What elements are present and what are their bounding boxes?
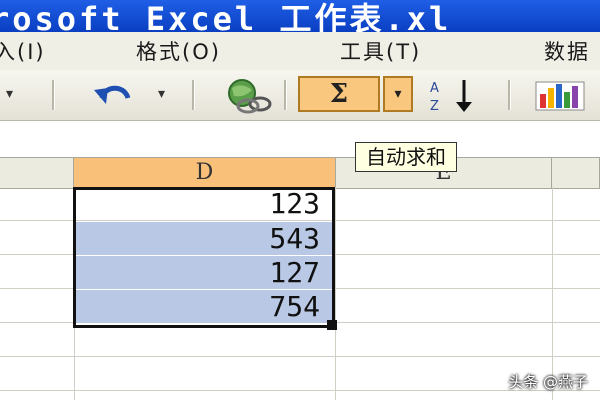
cell-d-value[interactable]: 123 [76,187,334,221]
worksheet-grid: D E 123 543 127 754 [0,121,600,400]
svg-text:A: A [430,81,439,96]
undo-dropdown-arrow[interactable]: ▾ [158,86,165,102]
column-header-c[interactable] [0,158,74,188]
cell-d-value[interactable]: 543 [76,222,334,255]
column-header-f[interactable] [552,158,600,188]
menu-data[interactable]: 数据 [544,36,590,66]
toolbar-dropdown-arrow[interactable]: ▾ [6,86,13,102]
column-header-row: D E [0,157,600,189]
toolbar-separator [508,80,511,110]
grid-line [335,187,336,400]
window-title-bar: rosoft Excel 工作表.xl [0,0,600,32]
table-row [0,323,600,357]
fill-handle[interactable] [327,320,337,330]
cell-d-value[interactable]: 127 [76,256,334,289]
menu-bar: 入(I) 格式(O) 工具(T) 数据 [0,32,600,70]
grid-line [552,187,553,400]
chart-wizard-icon[interactable] [532,78,588,116]
watermark-text: 头条 @燕子 [508,373,588,391]
undo-icon[interactable] [90,74,140,114]
hyperlink-icon[interactable] [222,76,278,118]
standard-toolbar: ▾ ▾ Σ ▾ A Z [0,70,600,121]
column-header-d[interactable]: D [74,158,336,188]
sort-ascending-icon[interactable]: A Z [428,76,488,118]
menu-format[interactable]: 格式(O) [136,36,221,66]
cell-d-value[interactable]: 754 [76,290,334,323]
toolbar-separator [192,80,195,110]
autosum-button[interactable]: Σ [298,76,380,112]
toolbar-separator [284,80,287,110]
toolbar-separator [52,80,55,110]
menu-tools[interactable]: 工具(T) [340,36,421,66]
menu-insert[interactable]: 入(I) [0,36,46,66]
grid-line [74,187,75,400]
autosum-dropdown[interactable]: ▾ [383,76,413,112]
window-title: rosoft Excel 工作表.xl [0,0,452,32]
autosum-tooltip: 自动求和 [355,142,457,172]
svg-text:Z: Z [430,99,439,114]
